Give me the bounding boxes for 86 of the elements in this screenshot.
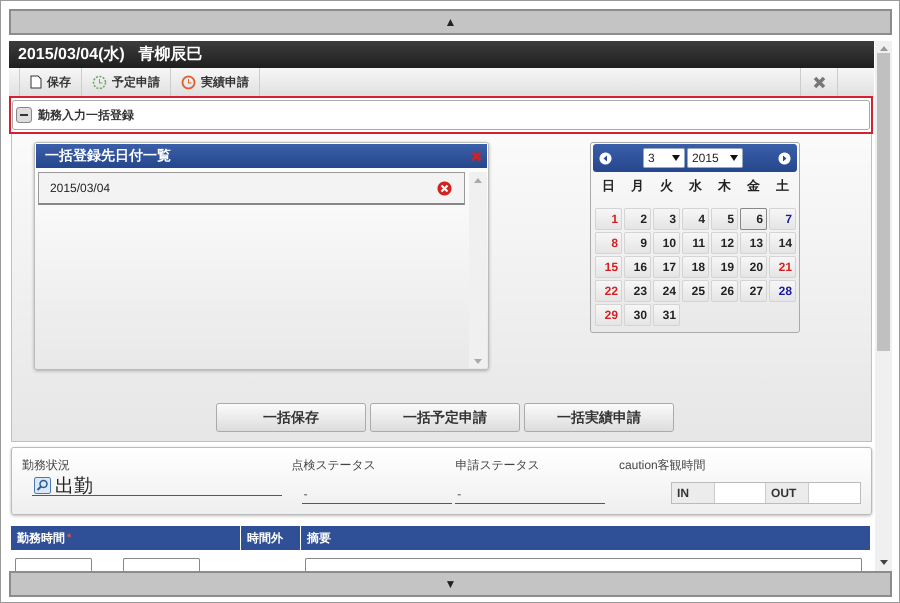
field-label: caution客観時間: [618, 457, 707, 474]
section-header[interactable]: 勤務入力一括登録: [12, 100, 870, 130]
calendar-day[interactable]: 11: [682, 232, 709, 254]
section-title: 勤務入力一括登録: [38, 106, 134, 124]
toolbar-button[interactable]: 保存: [19, 68, 82, 96]
field-label: 勤務状況: [22, 457, 71, 474]
calendar-day[interactable]: 2: [624, 208, 651, 230]
scroll-up-icon[interactable]: [880, 46, 888, 51]
calendar-day[interactable]: 17: [653, 256, 680, 278]
clock-icon: [92, 74, 107, 90]
search-icon: [34, 477, 51, 494]
scroll-down-bar[interactable]: ▼: [9, 571, 892, 597]
date-list-item[interactable]: 2015/03/04: [38, 172, 465, 205]
collapse-icon[interactable]: [16, 107, 32, 123]
month-select[interactable]: 3: [643, 148, 685, 168]
toolbar-button[interactable]: 実績申請: [170, 68, 260, 96]
clock-icon: [181, 74, 196, 90]
request-status-value: -: [457, 486, 462, 500]
calendar-day[interactable]: 14: [769, 232, 796, 254]
calendar-day[interactable]: 5: [711, 208, 738, 230]
calendar-day[interactable]: 3: [653, 208, 680, 230]
date-text: 2015/03/04: [50, 181, 110, 195]
calendar-day[interactable]: 25: [682, 280, 709, 302]
weekday-label: 水: [688, 178, 703, 195]
dropdown-icon: [730, 155, 738, 161]
calendar-day[interactable]: 27: [740, 280, 767, 302]
calendar-day[interactable]: 29: [595, 304, 622, 326]
calendar-day[interactable]: 12: [711, 232, 738, 254]
required-mark: *: [67, 532, 72, 544]
calendar-day[interactable]: 21: [769, 256, 796, 278]
weekday-label: 木: [716, 178, 732, 195]
next-month-icon[interactable]: [778, 152, 791, 164]
calendar-day[interactable]: 9: [624, 232, 651, 254]
calendar-day[interactable]: 30: [624, 304, 651, 326]
toolbar-button[interactable]: 予定申請: [81, 68, 171, 96]
calendar-day[interactable]: 20: [740, 256, 767, 278]
calendar-day[interactable]: 8: [595, 232, 622, 254]
calendar-day[interactable]: 1: [595, 208, 622, 230]
calendar-day[interactable]: 22: [595, 280, 622, 302]
calendar-day[interactable]: 6: [740, 208, 767, 230]
scroll-thumb[interactable]: [877, 53, 890, 351]
calendar-day[interactable]: 23: [624, 280, 651, 302]
calendar-day[interactable]: 13: [740, 232, 767, 254]
field-label: 申請ステータス: [455, 457, 540, 474]
calendar-day[interactable]: 31: [653, 304, 680, 326]
calendar-day[interactable]: 18: [682, 256, 709, 278]
previous-month-icon[interactable]: [599, 152, 612, 164]
calendar-day[interactable]: 16: [624, 256, 651, 278]
calendar-day[interactable]: 10: [653, 232, 680, 254]
dialog-date: 2015/03/04(水): [18, 44, 125, 65]
calendar-day[interactable]: 26: [711, 280, 738, 302]
year-select[interactable]: 2015: [687, 148, 743, 168]
close-button[interactable]: [800, 68, 838, 96]
work-status-value: 出勤: [55, 474, 93, 498]
calendar-day[interactable]: 19: [711, 256, 738, 278]
calendar-day[interactable]: 24: [653, 280, 680, 302]
scroll-up-icon[interactable]: [474, 178, 482, 183]
bulk-action-button[interactable]: 一括保存: [216, 403, 366, 432]
year-value: 2015: [692, 151, 719, 165]
month-value: 3: [648, 151, 655, 165]
bulk-action-button[interactable]: 一括実績申請: [524, 403, 674, 432]
remove-icon[interactable]: [437, 180, 452, 196]
scroll-up-bar[interactable]: ▲: [9, 9, 892, 35]
weekday-label: 火: [659, 178, 674, 195]
scrollbar[interactable]: [875, 41, 892, 571]
column-title: 勤務時間: [17, 530, 65, 546]
document-icon: [30, 75, 42, 89]
weekday-label: 土: [775, 178, 790, 195]
employee-name: 青柳辰巳: [138, 44, 203, 65]
calendar-day[interactable]: 4: [682, 208, 709, 230]
close-icon: [812, 76, 826, 88]
date-list-title: 一括登録先日付一覧: [45, 147, 171, 165]
check-status-value: -: [304, 486, 308, 500]
weekday-label: 金: [746, 178, 761, 195]
calendar-day[interactable]: 7: [769, 208, 796, 230]
field-label: 点検ステータス: [292, 457, 377, 474]
column-title: 時間外: [247, 530, 283, 546]
work-status-field[interactable]: 出勤: [32, 476, 282, 496]
column-title: 摘要: [307, 530, 331, 546]
calendar-day[interactable]: 15: [595, 256, 622, 278]
weekday-label: 月: [630, 178, 645, 195]
bulk-action-button[interactable]: 一括予定申請: [370, 403, 520, 432]
scroll-down-icon[interactable]: [880, 560, 888, 565]
weekday-label: 日: [601, 178, 616, 195]
calendar-day[interactable]: 28: [769, 280, 796, 302]
dropdown-icon: [672, 155, 680, 161]
